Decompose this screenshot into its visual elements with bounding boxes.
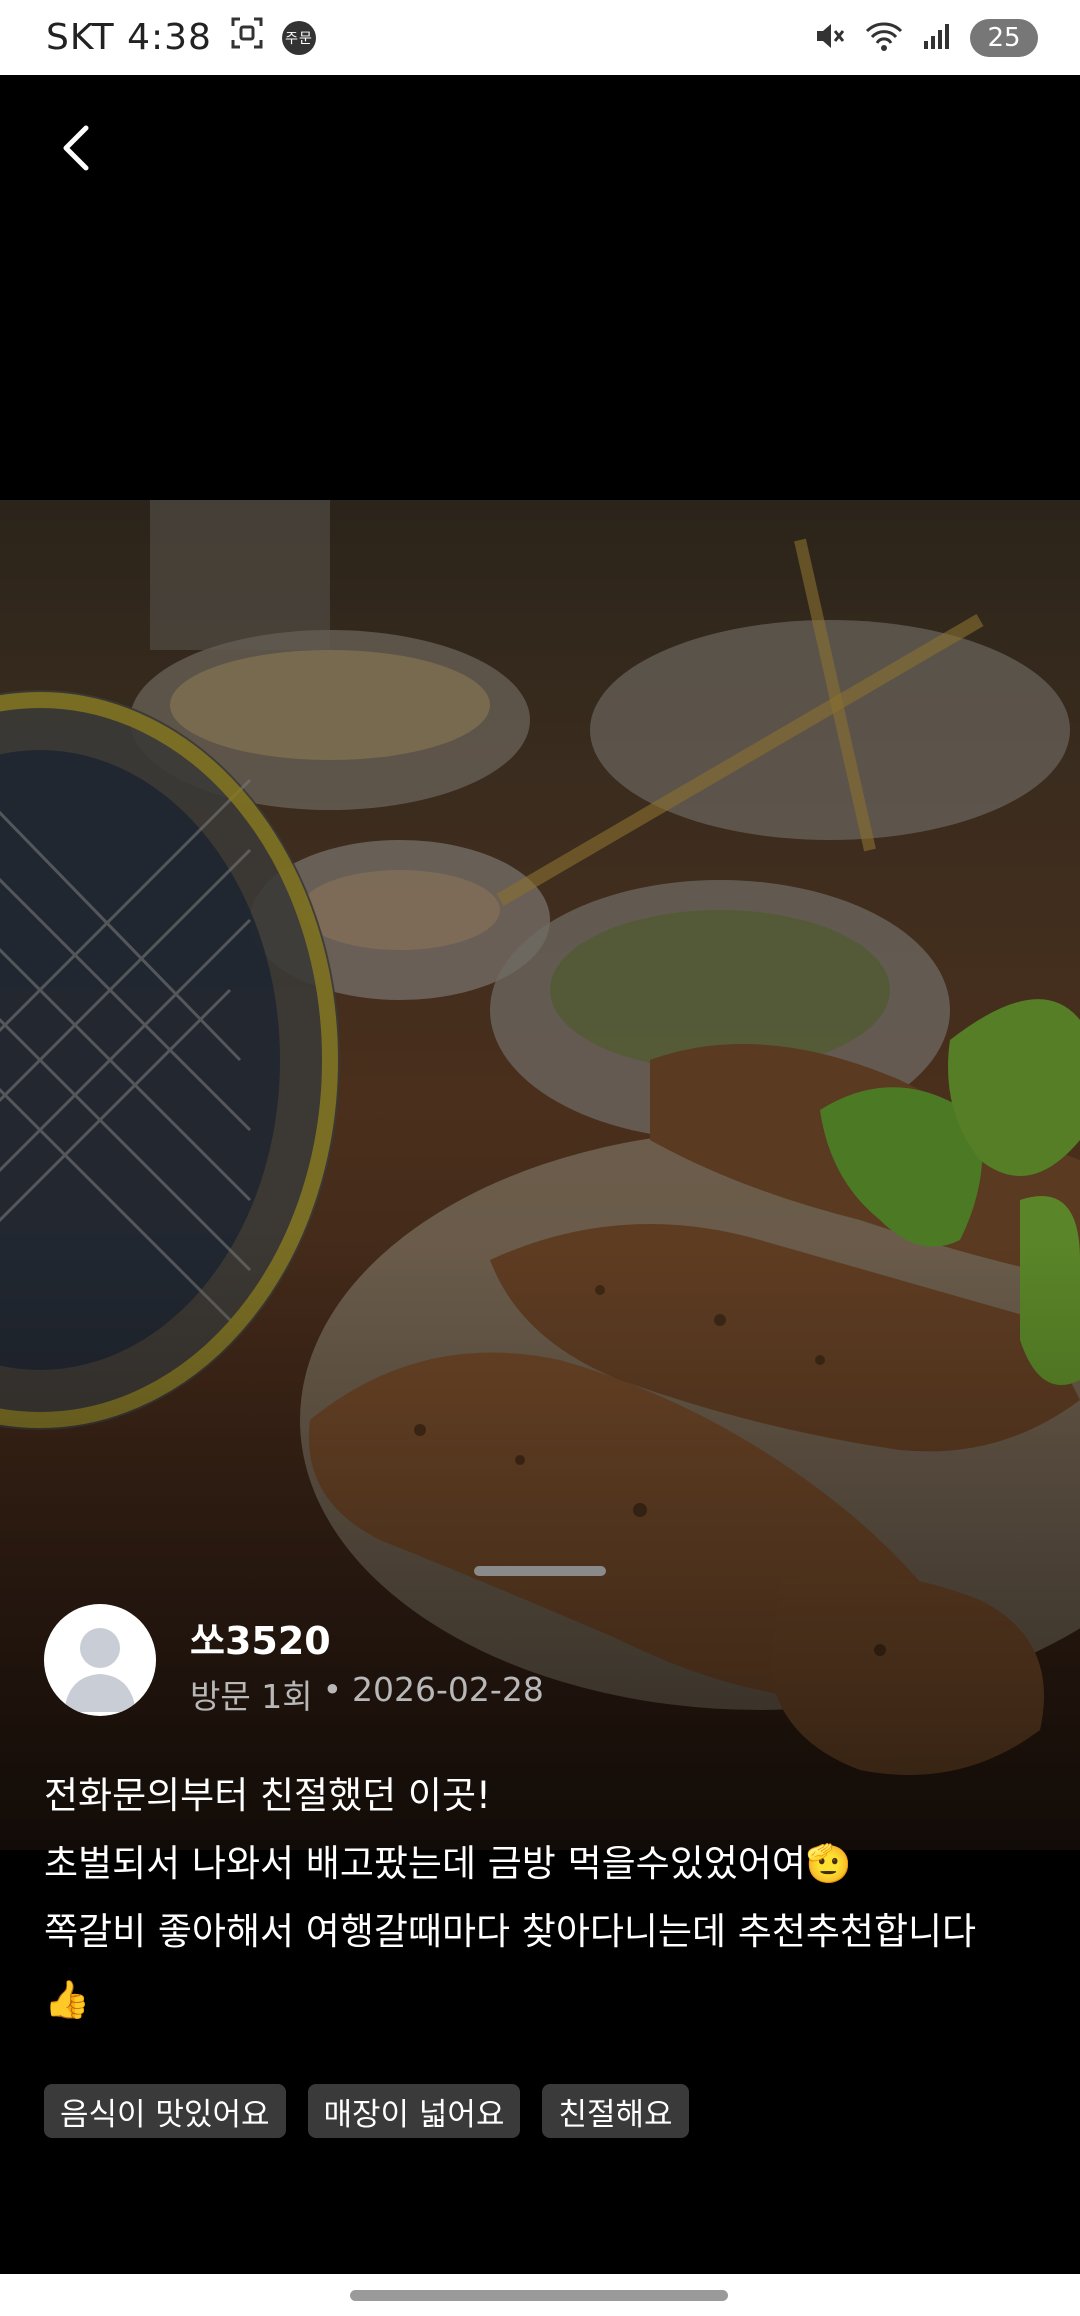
sheet-drag-handle[interactable]: [474, 1566, 606, 1576]
wifi-icon: [864, 19, 904, 57]
review-date: 2026-02-28: [352, 1670, 544, 1709]
back-button[interactable]: [52, 120, 108, 176]
review-line: 쪽갈비 좋아해서 여행갈때마다 찾아다니는데 추천추천합니다: [44, 1910, 977, 1953]
review-line: 전화문의부터 친절했던 이곳!: [44, 1774, 491, 1817]
tag-chip[interactable]: 음식이 맛있어요: [44, 2084, 286, 2138]
reviewer-name[interactable]: 쏘3520: [190, 1610, 331, 1665]
meta-separator: •: [322, 1670, 343, 1709]
avatar[interactable]: [44, 1604, 156, 1716]
tag-chip[interactable]: 친절해요: [542, 2084, 689, 2138]
order-badge: 주문: [281, 20, 316, 55]
review-line: 👍: [44, 1978, 91, 2021]
review-line: 초벌되서 나와서 배고팠는데 금방 먹을수있었어여🫡: [44, 1842, 852, 1885]
review-photo[interactable]: [0, 500, 1080, 1850]
visit-count: 방문 1회: [190, 1677, 313, 1716]
default-avatar-icon: [64, 1628, 136, 1712]
status-right: 25: [812, 18, 1038, 57]
photo-shadow: [0, 500, 1080, 1850]
carrier-time: SKT 4:38: [46, 17, 212, 58]
status-left: SKT 4:38 주문: [46, 16, 316, 59]
signal-icon: [922, 21, 952, 55]
home-indicator[interactable]: [350, 2290, 728, 2301]
status-bar: SKT 4:38 주문 25: [0, 0, 1080, 75]
mute-icon: [812, 19, 846, 57]
battery-indicator: 25: [970, 18, 1038, 57]
chevron-left-icon: [63, 125, 89, 171]
review-tags: 음식이 맛있어요 매장이 넓어요 친절해요: [44, 2084, 689, 2138]
review-text: 전화문의부터 친절했던 이곳! 초벌되서 나와서 배고팠는데 금방 먹을수있었어…: [44, 1762, 1054, 2034]
tag-chip[interactable]: 매장이 넓어요: [307, 2084, 521, 2138]
screenshot-icon: [230, 16, 264, 59]
review-meta: 방문 1회 • 2026-02-28: [190, 1670, 544, 1718]
